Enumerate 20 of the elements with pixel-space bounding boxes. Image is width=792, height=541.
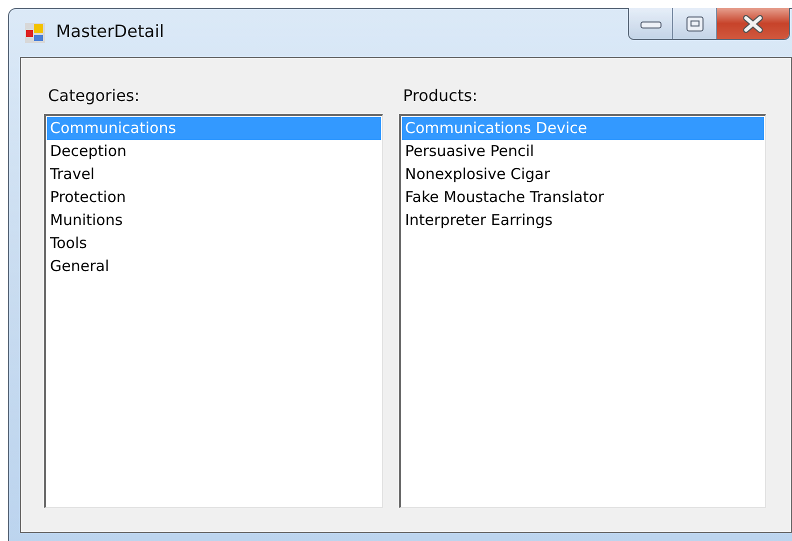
window-title: MasterDetail <box>56 21 164 44</box>
list-item[interactable]: Munitions <box>47 209 381 232</box>
maximize-button[interactable] <box>673 8 717 39</box>
close-button[interactable] <box>717 8 789 39</box>
close-icon <box>742 14 764 32</box>
list-item[interactable]: General <box>47 255 381 278</box>
list-item[interactable]: Fake Moustache Translator <box>402 186 764 209</box>
minimize-button[interactable] <box>629 8 673 39</box>
list-item[interactable]: Persuasive Pencil <box>402 140 764 163</box>
list-label: Categories: <box>47 85 141 107</box>
app-icon <box>24 22 46 44</box>
minimize-icon <box>640 18 662 28</box>
maximize-icon <box>686 16 704 32</box>
list-item[interactable]: Travel <box>47 163 381 186</box>
list-item[interactable]: Interpreter Earrings <box>402 209 764 232</box>
list-item[interactable]: Tools <box>47 232 381 255</box>
list-item[interactable]: Deception <box>47 140 381 163</box>
list-item[interactable]: Protection <box>47 186 381 209</box>
list-item[interactable]: Nonexplosive Cigar <box>402 163 764 186</box>
list-label: Products: <box>402 85 478 107</box>
